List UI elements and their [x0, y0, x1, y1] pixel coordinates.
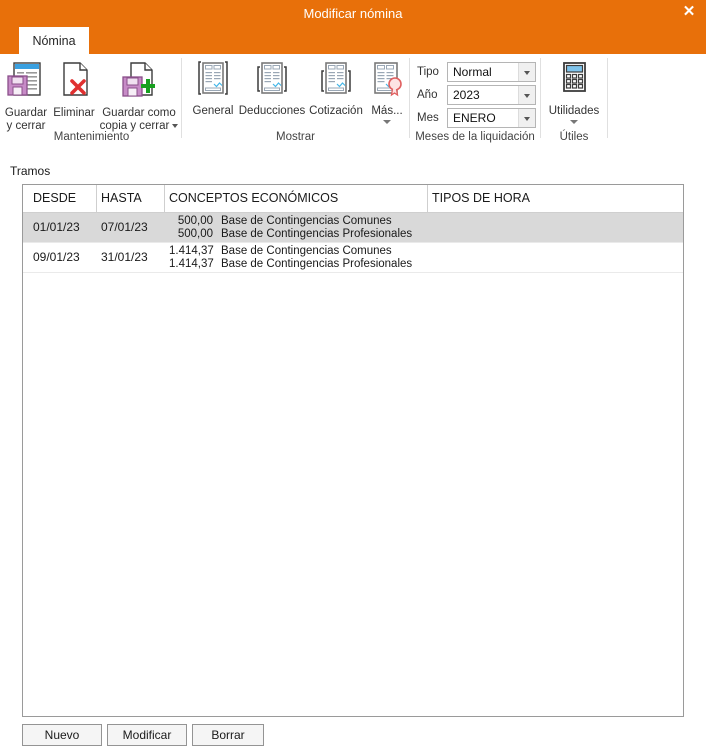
ribbon-button-cotizacion[interactable]: Cotización: [306, 60, 366, 118]
ribbon-separator-2: [409, 58, 410, 138]
table-row[interactable]: 09/01/23 31/01/23 1.414,37 Base de Contin…: [23, 243, 683, 273]
nuevo-button[interactable]: Nuevo: [22, 724, 102, 746]
ribbon-button-general[interactable]: General: [188, 60, 238, 118]
calculator-icon: [543, 60, 605, 102]
ribbon-button-guardar-y-cerrar[interactable]: Guardar y cerrar: [2, 60, 50, 133]
ribbon-label-line1: Utilidades: [548, 105, 600, 117]
ribbon-group-label-mostrar: Mostrar: [276, 131, 315, 143]
grid-header-row: DESDE HASTA CONCEPTOS ECONÓMICOS TIPOS D…: [23, 185, 683, 213]
concept-description: Base de Contingencias Comunes: [221, 245, 392, 257]
concept-line: 1.414,37 Base de Contingencias Comunes: [169, 245, 429, 258]
ribbon-label-line1: Guardar como: [102, 107, 176, 119]
chevron-down-icon[interactable]: [570, 120, 578, 124]
grid-header-conceptos[interactable]: CONCEPTOS ECONÓMICOS: [169, 185, 338, 212]
concept-line: 500,00 Base de Contingencias Profesionale…: [169, 228, 429, 241]
save-copy-icon: [98, 60, 180, 104]
chevron-down-icon[interactable]: [172, 123, 179, 128]
concept-amount: 1.414,37: [169, 258, 214, 270]
section-label-tramos: Tramos: [10, 164, 51, 178]
window-title: Modificar nómina: [303, 6, 403, 21]
concept-description: Base de Contingencias Comunes: [221, 215, 392, 227]
chevron-down-icon[interactable]: [518, 86, 535, 104]
grid-header-desde[interactable]: DESDE: [33, 185, 76, 212]
grid-header-divider-2[interactable]: [164, 185, 165, 212]
chevron-down-icon[interactable]: [518, 63, 535, 81]
ribbon-tab-strip: Nómina: [0, 27, 706, 54]
grid-header-tipos-hora[interactable]: TIPOS DE HORA: [432, 185, 530, 212]
cell-conceptos: 500,00 Base de Contingencias Comunes 500,…: [169, 213, 429, 242]
ribbon-button-eliminar[interactable]: Eliminar: [50, 60, 98, 120]
report-general-icon: [188, 60, 238, 102]
select-ano-value: 2023: [453, 88, 480, 102]
label-mes: Mes: [417, 112, 439, 124]
save-document-icon: [2, 60, 50, 104]
ribbon-label-line1: General: [192, 105, 234, 117]
close-icon[interactable]: ✕: [672, 0, 706, 24]
select-ano[interactable]: 2023: [447, 85, 536, 105]
select-mes-value: ENERO: [453, 111, 496, 125]
ribbon-button-utilidades[interactable]: Utilidades: [543, 60, 605, 124]
ribbon-label-line1: Guardar: [4, 107, 48, 119]
ribbon-label-line1: Cotización: [309, 105, 363, 117]
ribbon-group-label-utiles: Útiles: [559, 131, 589, 143]
report-deductions-icon: [238, 60, 306, 102]
ribbon-separator-1: [181, 58, 182, 138]
concept-line: 500,00 Base de Contingencias Comunes: [169, 215, 429, 228]
report-contribution-icon: [306, 60, 366, 102]
grid-header-divider-3[interactable]: [427, 185, 428, 212]
concept-description: Base de Contingencias Profesionales: [221, 258, 413, 270]
ribbon-group-label-mantenimiento: Mantenimiento: [53, 131, 130, 143]
grid-header-divider-1[interactable]: [96, 185, 97, 212]
ribbon-label-line1: Más...: [371, 105, 403, 117]
cell-desde: 01/01/23: [33, 220, 80, 234]
cell-hasta: 07/01/23: [101, 220, 148, 234]
select-mes[interactable]: ENERO: [447, 108, 536, 128]
ribbon-button-deducciones[interactable]: Deducciones: [238, 60, 306, 118]
ribbon-separator-3: [540, 58, 541, 138]
tab-nomina[interactable]: Nómina: [19, 27, 89, 54]
table-row[interactable]: 01/01/23 07/01/23 500,00 Base de Continge…: [23, 213, 683, 243]
modificar-button[interactable]: Modificar: [107, 724, 187, 746]
concept-amount: 500,00: [177, 215, 213, 227]
select-tipo-value: Normal: [453, 65, 492, 79]
ribbon-button-mas[interactable]: Más...: [366, 60, 408, 124]
concept-amount: 1.414,37: [169, 245, 214, 257]
cell-conceptos: 1.414,37 Base de Contingencias Comunes 1.…: [169, 243, 429, 272]
ribbon: Guardar y cerrar Eliminar Guardar como c…: [0, 54, 706, 145]
cell-hasta: 31/01/23: [101, 250, 148, 264]
concept-amount: 500,00: [177, 228, 213, 240]
document-delete-icon: [50, 60, 98, 104]
main-content: Tramos DESDE HASTA CONCEPTOS ECONÓMICOS …: [0, 144, 706, 746]
cell-desde: 09/01/23: [33, 250, 80, 264]
label-tipo: Tipo: [417, 66, 439, 78]
chevron-down-icon[interactable]: [518, 109, 535, 127]
concept-line: 1.414,37 Base de Contingencias Profesiona…: [169, 258, 429, 271]
report-seal-icon: [366, 60, 408, 102]
borrar-button[interactable]: Borrar: [192, 724, 264, 746]
tramos-grid[interactable]: DESDE HASTA CONCEPTOS ECONÓMICOS TIPOS D…: [22, 184, 684, 717]
select-tipo[interactable]: Normal: [447, 62, 536, 82]
ribbon-group-label-meses: Meses de la liquidación: [415, 131, 535, 143]
ribbon-label-line1: Deducciones: [238, 105, 306, 117]
grid-header-hasta[interactable]: HASTA: [101, 185, 142, 212]
chevron-down-icon[interactable]: [383, 120, 391, 124]
ribbon-button-guardar-como-copia-y-cerrar[interactable]: Guardar como copia y cerrar: [98, 60, 180, 133]
label-ano: Año: [417, 89, 438, 101]
ribbon-label-line1: Eliminar: [53, 107, 95, 119]
ribbon-separator-4: [607, 58, 608, 138]
title-bar: Modificar nómina ✕: [0, 0, 706, 27]
concept-description: Base de Contingencias Profesionales: [221, 228, 413, 240]
